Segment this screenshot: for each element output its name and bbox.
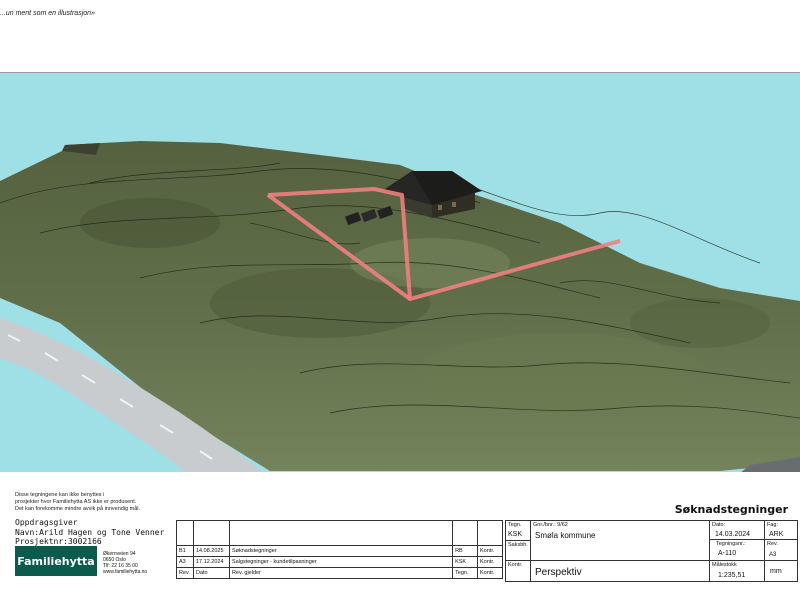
table-row: B1 14.08.2025 Søknadstegninger RB Kontr. xyxy=(176,545,503,557)
address-line: www.familiehytta.no xyxy=(103,569,148,575)
terrain-illustration xyxy=(0,141,800,472)
company-address: Økernveien 94 0650 Oslo Tlf: 22 16 35 00… xyxy=(103,551,147,575)
drawn-by-cell: Tegn. KSK xyxy=(505,520,531,541)
table-row xyxy=(176,520,503,546)
drawing-title-cell: Perspektiv xyxy=(530,560,710,582)
table-header-row: Rev. Dato Rev. gjelder Tegn. Kontr. xyxy=(176,567,503,579)
client-info: Oppdragsgiver Navn:Arild Hagen og Tone V… xyxy=(15,518,164,547)
disclaimer-line: Det kan forekomme mindre avvik på innven… xyxy=(15,506,141,512)
revision-cell: Rev. A3 xyxy=(764,539,798,561)
property-cell: Gnr./bnr.: 9/62 Smøla kommune xyxy=(530,520,710,561)
vegetation-patch xyxy=(420,333,700,413)
document-heading: Søknadstegninger xyxy=(674,503,788,516)
illustration-note: ...un ment som en illustrasjon» xyxy=(0,10,95,17)
client-name: Navn:Arild Hagen og Tone Venner xyxy=(15,527,165,537)
disclaimer-line: Disse tegningene kan ikke benyttes i xyxy=(15,492,105,498)
scale-cell: Målestokk 1:235,51 xyxy=(709,560,765,582)
date-cell: Dato: 14.03.2024 xyxy=(709,520,765,540)
drawing-number-cell: Tegningsnr.: A-110 xyxy=(709,539,765,561)
company-logo: Familiehytta xyxy=(15,546,97,576)
revision-table: B1 14.08.2025 Søknadstegninger RB Kontr.… xyxy=(176,520,503,579)
table-row: A3 17.12.2024 Salgstegninger - kundetilp… xyxy=(176,556,503,568)
discipline-cell: Fag: ARK xyxy=(764,520,798,540)
disclaimer-text: Disse tegningene kan ikke benyttes i pro… xyxy=(15,492,180,513)
client-label: Oppdragsgiver xyxy=(15,518,78,527)
perspective-render xyxy=(0,72,800,472)
checked-by-cell: Kontr. xyxy=(505,560,531,582)
disclaimer-line: prosjekter hvor Familiehytta AS ikke er … xyxy=(15,499,137,505)
vegetation-patch xyxy=(630,298,770,348)
unit-cell: mm xyxy=(764,560,798,582)
case-handler-cell: Saksbh. xyxy=(505,540,531,561)
